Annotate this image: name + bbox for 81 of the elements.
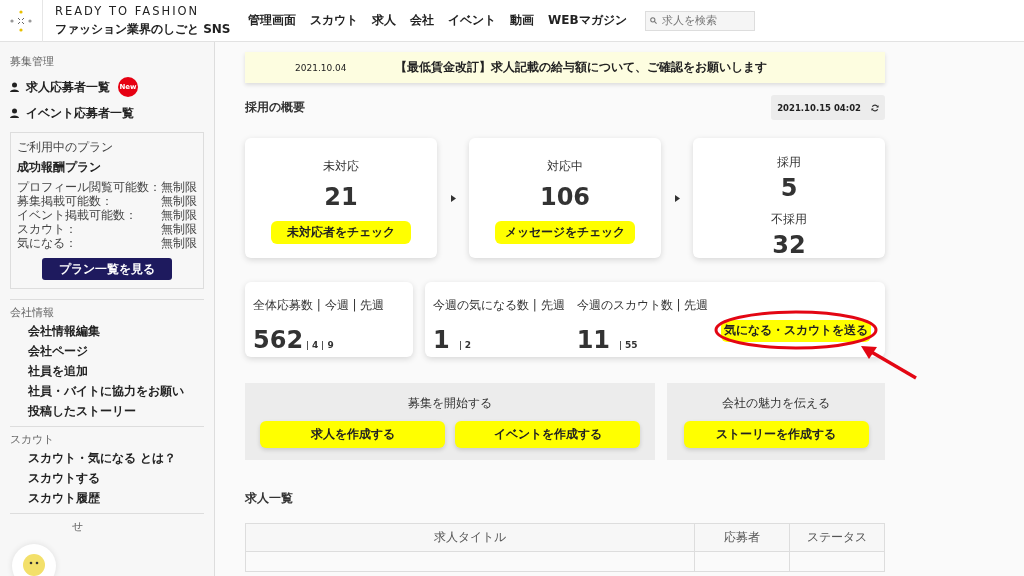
- nav-link[interactable]: 管理画面: [248, 12, 296, 29]
- sidebar-link[interactable]: スカウト履歴: [10, 490, 204, 507]
- smiley-icon: [23, 554, 45, 576]
- column-header: ステータス: [789, 523, 885, 552]
- plan-value: 無制限: [161, 208, 197, 222]
- column-header: 応募者: [694, 523, 790, 552]
- stat-last-week: 55: [620, 341, 638, 350]
- stat-label: 今週の気になる数 | 先週: [433, 297, 565, 314]
- stat-count: 562: [253, 328, 304, 352]
- sidebar-link[interactable]: 会社情報編集: [10, 323, 204, 340]
- stage-label: 不採用: [771, 211, 807, 228]
- plan-list-button[interactable]: プラン一覧を見る: [42, 258, 172, 280]
- section-label: スカウト: [10, 432, 55, 447]
- stat-last-week: 2: [459, 341, 471, 350]
- section-label: 募集管理: [10, 54, 55, 69]
- stage-count: 5: [780, 176, 798, 200]
- brand-tagline: ファッション業界のしごと SNS: [55, 20, 232, 38]
- brand-name[interactable]: READY TO FASHION: [55, 3, 240, 18]
- sidebar-link[interactable]: イベント応募者一覧: [10, 106, 134, 120]
- sidebar-link[interactable]: 投稿したストーリー: [10, 403, 204, 420]
- triangle-right-icon: [450, 194, 456, 202]
- stage-label: 未対応: [323, 158, 359, 175]
- nav-link[interactable]: 会社: [410, 12, 434, 29]
- nav-link[interactable]: 動画: [510, 12, 534, 29]
- stage-count: 106: [539, 185, 591, 209]
- plan-value: 無制限: [161, 180, 197, 194]
- logo-icon[interactable]: [9, 8, 33, 33]
- person-icon: [10, 82, 19, 92]
- sidebar-link[interactable]: 社員を追加: [10, 363, 204, 380]
- stat-label: 今週のスカウト数 | 先週: [576, 297, 709, 314]
- search-field[interactable]: 求人を検索: [644, 10, 755, 31]
- sidebar-link[interactable]: 会社ページ: [10, 343, 204, 360]
- nav-link[interactable]: 求人: [372, 12, 396, 29]
- create-button[interactable]: 求人を作成する: [260, 421, 445, 448]
- stat-last-week: 9: [322, 341, 334, 350]
- create-button[interactable]: ストーリーを作成する: [683, 421, 869, 448]
- stage-count: 21: [324, 185, 358, 209]
- sidebar-link[interactable]: スカウトする: [10, 470, 204, 487]
- stage-label: 対応中: [547, 158, 583, 175]
- sidebar-link[interactable]: スカウト・気になる とは？: [10, 450, 204, 467]
- stage-label: 採用: [777, 154, 801, 171]
- column-header: 求人タイトル: [245, 523, 695, 552]
- refresh-icon: [871, 103, 879, 112]
- stage-count: 32: [772, 233, 806, 257]
- nav-link[interactable]: スカウト: [310, 12, 358, 29]
- annotation-arrow: [860, 344, 918, 380]
- nav-link[interactable]: WEBマガジン: [548, 12, 627, 29]
- scout-button[interactable]: 気になる・スカウトを送る: [721, 319, 871, 342]
- section-title: 求人一覧: [245, 490, 294, 507]
- stat-count: 1: [433, 328, 450, 352]
- panel-title: 募集を開始する: [408, 395, 492, 412]
- plan-caption: ご利用中のプラン: [17, 139, 114, 156]
- plan-label: プロフィール閲覧可能数：: [17, 180, 161, 194]
- plan-value: 無制限: [161, 222, 197, 236]
- stat-count: 11: [576, 328, 611, 352]
- updated-time[interactable]: 2021.10.15 04:02: [771, 95, 885, 120]
- check-button[interactable]: 未対応者をチェック: [271, 221, 411, 244]
- plan-label: スカウト：: [17, 222, 77, 236]
- plan-value: 無制限: [161, 194, 197, 208]
- stat-label: 全体応募数 | 今週 | 先週: [253, 297, 385, 314]
- triangle-right-icon: [674, 194, 680, 202]
- section-label: 会社情報: [10, 305, 55, 320]
- nav-link[interactable]: イベント: [448, 12, 496, 29]
- plan-name: 成功報酬プラン: [17, 159, 102, 176]
- search-icon: [649, 17, 657, 24]
- plan-value: 無制限: [161, 236, 197, 250]
- section-title: 採用の概要: [245, 99, 305, 116]
- notice-date: 2021.10.04: [294, 62, 348, 73]
- plan-label: イベント掲載可能数：: [17, 208, 137, 222]
- notice-text: 【最低賃金改訂】求人記載の給与額について、ご確認をお願いします: [395, 59, 767, 76]
- notice-bar[interactable]: 2021.10.04 【最低賃金改訂】求人記載の給与額について、ご確認をお願いします: [245, 52, 885, 83]
- sidebar-link[interactable]: 求人応募者一覧: [10, 80, 110, 94]
- check-button[interactable]: メッセージをチェック: [495, 221, 635, 244]
- plan-label: 気になる：: [17, 236, 77, 250]
- section-label: せ: [71, 519, 84, 534]
- sidebar-link[interactable]: 社員・バイトに協力をお願い: [10, 383, 204, 400]
- panel-title: 会社の魅力を伝える: [722, 395, 830, 412]
- person-icon: [10, 108, 19, 118]
- create-button[interactable]: イベントを作成する: [455, 421, 640, 448]
- plan-label: 募集掲載可能数：: [17, 194, 113, 208]
- stat-this-week: 4: [307, 341, 319, 350]
